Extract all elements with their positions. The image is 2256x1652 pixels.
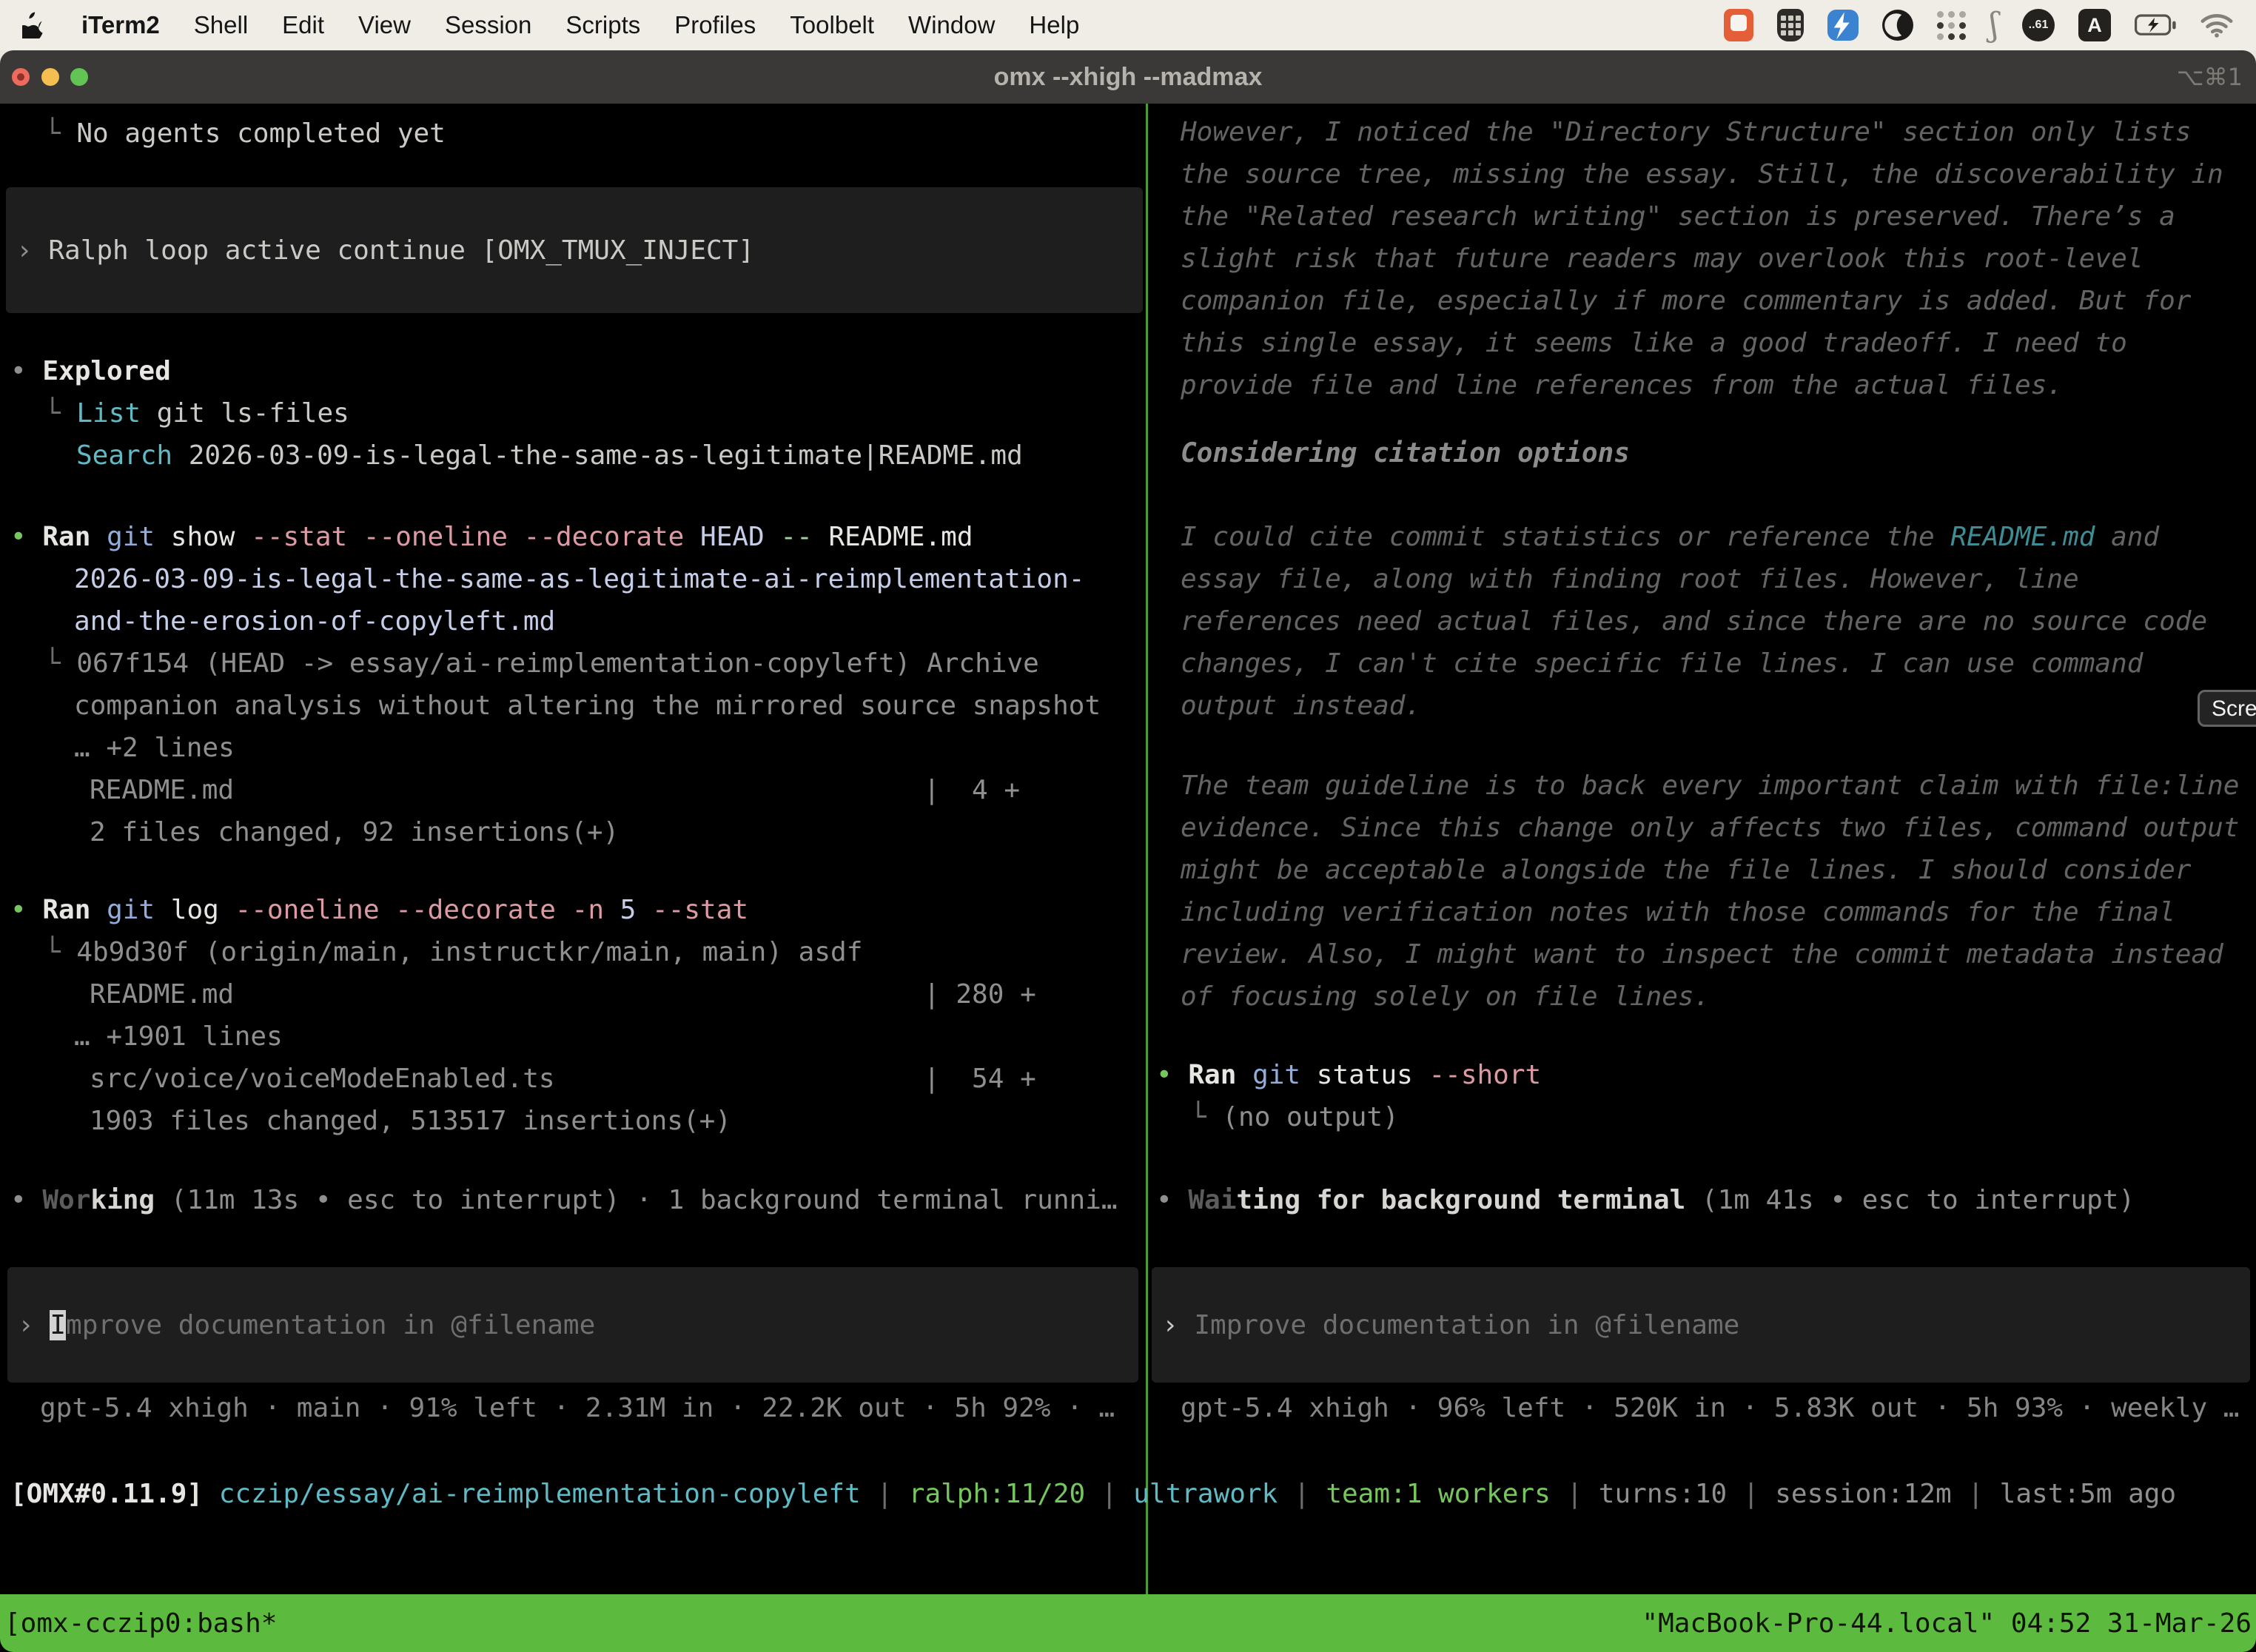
log-stat-readme: README.md | 280 + — [90, 973, 1036, 1015]
reasoning-para3-line3: might be acceptable alongside the file l… — [1181, 849, 2191, 891]
menu-item-toolbelt[interactable]: Toolbelt — [790, 11, 874, 39]
git-status-no-output: └ (no output) — [1190, 1096, 1399, 1138]
battery-icon[interactable] — [2135, 14, 2176, 36]
reasoning-para3-line5: review. Also, I might want to inspect th… — [1181, 933, 2223, 976]
tmux-session-label: [omx-cczip0:bash* — [4, 1608, 277, 1639]
tmux-status-bar: [omx-cczip0:bash* "MacBook-Pro-44.local"… — [0, 1594, 2256, 1652]
show-summary: 2 files changed, 92 insertions(+) — [90, 811, 619, 853]
reasoning-para1-line6: this single essay, it seems like a good … — [1181, 322, 2127, 364]
menu-item-profiles[interactable]: Profiles — [674, 11, 756, 39]
show-more-lines: … +2 lines — [74, 727, 235, 769]
crescent-icon[interactable] — [1882, 10, 1913, 41]
apple-menu-icon[interactable] — [22, 10, 47, 40]
reasoning-para3-line6: of focusing solely on file lines. — [1181, 976, 1710, 1018]
menu-item-shell[interactable]: Shell — [194, 11, 248, 39]
reasoning-para3-line2: evidence. Since this change only affects… — [1181, 807, 2239, 849]
left-prompt-input-text: › Improve documentation in @filename — [18, 1310, 595, 1340]
log-stat-voice: src/voice/voiceModeEnabled.ts | 54 + — [90, 1058, 1036, 1100]
reasoning-para2-line3: references need actual files, and since … — [1181, 600, 2207, 642]
log-commit-line: └ 4b9d30f (origin/main, instructkr/main,… — [44, 931, 862, 973]
menu-item-scripts[interactable]: Scripts — [565, 11, 640, 39]
show-filename-line1: 2026-03-09-is-legal-the-same-as-legitima… — [74, 558, 1084, 600]
reasoning-para2-line4: changes, I can't cite specific file line… — [1181, 642, 2143, 685]
left-model-status-line: gpt-5.4 xhigh · main · 91% left · 2.31M … — [40, 1387, 1115, 1429]
ralph-loop-banner-text: › Ralph loop active continue [OMX_TMUX_I… — [16, 235, 754, 266]
menu-item-help[interactable]: Help — [1029, 11, 1079, 39]
window-shortcut-badge: ⌥⌘1 — [2177, 50, 2243, 104]
menu-item-app[interactable]: iTerm2 — [81, 11, 160, 39]
dots-grid-icon[interactable] — [1937, 11, 1966, 40]
right-prompt-input-text: › Improve documentation in @filename — [1162, 1310, 1739, 1340]
reasoning-para2-line2: essay file, along with finding root file… — [1181, 558, 2079, 600]
omx-status-line: [OMX#0.11.9] cczip/essay/ai-reimplementa… — [10, 1473, 2176, 1515]
waiting-status-line: • Waiting for background terminal (1m 41… — [1156, 1179, 2135, 1221]
reasoning-para1-line7: provide file and line references from th… — [1181, 364, 2063, 406]
explored-list-line: └ List git ls-files — [44, 392, 349, 434]
working-status-line: • Working (11m 13s • esc to interrupt) ·… — [10, 1179, 1118, 1221]
cmd-git-status: • Ran git status --short — [1156, 1054, 1541, 1096]
reasoning-para1-line5: companion file, especially if more comme… — [1181, 280, 2191, 322]
ralph-loop-banner[interactable]: › Ralph loop active continue [OMX_TMUX_I… — [6, 187, 1143, 313]
screen-share-chip: Scre — [2198, 690, 2256, 727]
cmd-git-log: • Ran git log --oneline --decorate -n 5 … — [10, 889, 748, 931]
show-commit-line2: companion analysis without altering the … — [74, 685, 1101, 727]
reasoning-para1-line1: However, I noticed the "Directory Struct… — [1181, 111, 2191, 153]
menu-item-edit[interactable]: Edit — [282, 11, 324, 39]
menu-item-window[interactable]: Window — [908, 11, 995, 39]
reasoning-heading: Considering citation options — [1181, 432, 1630, 474]
reasoning-para2-line5: output instead. — [1181, 685, 1421, 727]
input-source-icon[interactable]: A — [2078, 9, 2111, 41]
menu-item-view[interactable]: View — [358, 11, 411, 39]
zoom-button[interactable] — [70, 68, 88, 86]
window-title: omx --xhigh --madmax — [0, 50, 2256, 104]
pane-divider[interactable] — [1146, 104, 1148, 1594]
show-commit-line1: └ 067f154 (HEAD -> essay/ai-reimplementa… — [44, 642, 1039, 685]
cmd-git-show: • Ran git show --stat --oneline --decora… — [10, 516, 973, 558]
reasoning-para3-line1: The team guideline is to back every impo… — [1181, 765, 2239, 807]
wifi-icon[interactable] — [2200, 12, 2234, 38]
reasoning-para1-line4: slight risk that future readers may over… — [1181, 238, 2143, 280]
screen: { "menu_bar": { "items": ["iTerm2","Shel… — [0, 0, 2256, 1652]
menu-bar-status-area: ʃ ..61 A — [1724, 9, 2234, 41]
right-model-status-line: gpt-5.4 xhigh · 96% left · 520K in · 5.8… — [1181, 1387, 2239, 1429]
terminal-content: └ No agents completed yet › Ralph loop a… — [0, 104, 2256, 1652]
right-prompt-input[interactable]: › Improve documentation in @filename — [1152, 1267, 2250, 1383]
reasoning-para1-line2: the source tree, missing the essay. Stil… — [1181, 153, 2223, 195]
close-button[interactable] — [12, 68, 30, 86]
agents-status-line: └ No agents completed yet — [44, 113, 446, 155]
menu-item-session[interactable]: Session — [445, 11, 531, 39]
log-more-lines: … +1901 lines — [74, 1015, 283, 1058]
reasoning-para1-line3: the "Related research writing" section i… — [1181, 195, 2175, 238]
ssh-squiggle-icon[interactable]: ʃ — [1990, 9, 1998, 41]
explored-header: • Explored — [10, 350, 171, 392]
show-filename-line2: and-the-erosion-of-copyleft.md — [74, 600, 555, 642]
macos-menu-bar: iTerm2 Shell Edit View Session Scripts P… — [0, 0, 2256, 50]
reasoning-para3-line4: including verification notes with those … — [1181, 891, 2175, 933]
shield-grid-icon[interactable] — [1777, 9, 1804, 41]
explored-search-line: Search 2026-03-09-is-legal-the-same-as-l… — [76, 434, 1023, 477]
log-summary: 1903 files changed, 513517 insertions(+) — [90, 1100, 731, 1142]
minimize-button[interactable] — [41, 68, 59, 86]
hexagon-bolt-icon[interactable] — [1827, 10, 1859, 41]
left-prompt-input[interactable]: › Improve documentation in @filename — [7, 1267, 1138, 1383]
show-stat-readme: README.md | 4 + — [90, 769, 1020, 811]
tmux-host-clock: "MacBook-Pro-44.local" 04:52 31-Mar-26 — [1642, 1608, 2252, 1639]
battery-percent-icon[interactable]: ..61 — [2022, 9, 2055, 41]
reasoning-para2-line1: I could cite commit statistics or refere… — [1181, 516, 2159, 558]
screen-record-icon[interactable] — [1724, 9, 1753, 41]
